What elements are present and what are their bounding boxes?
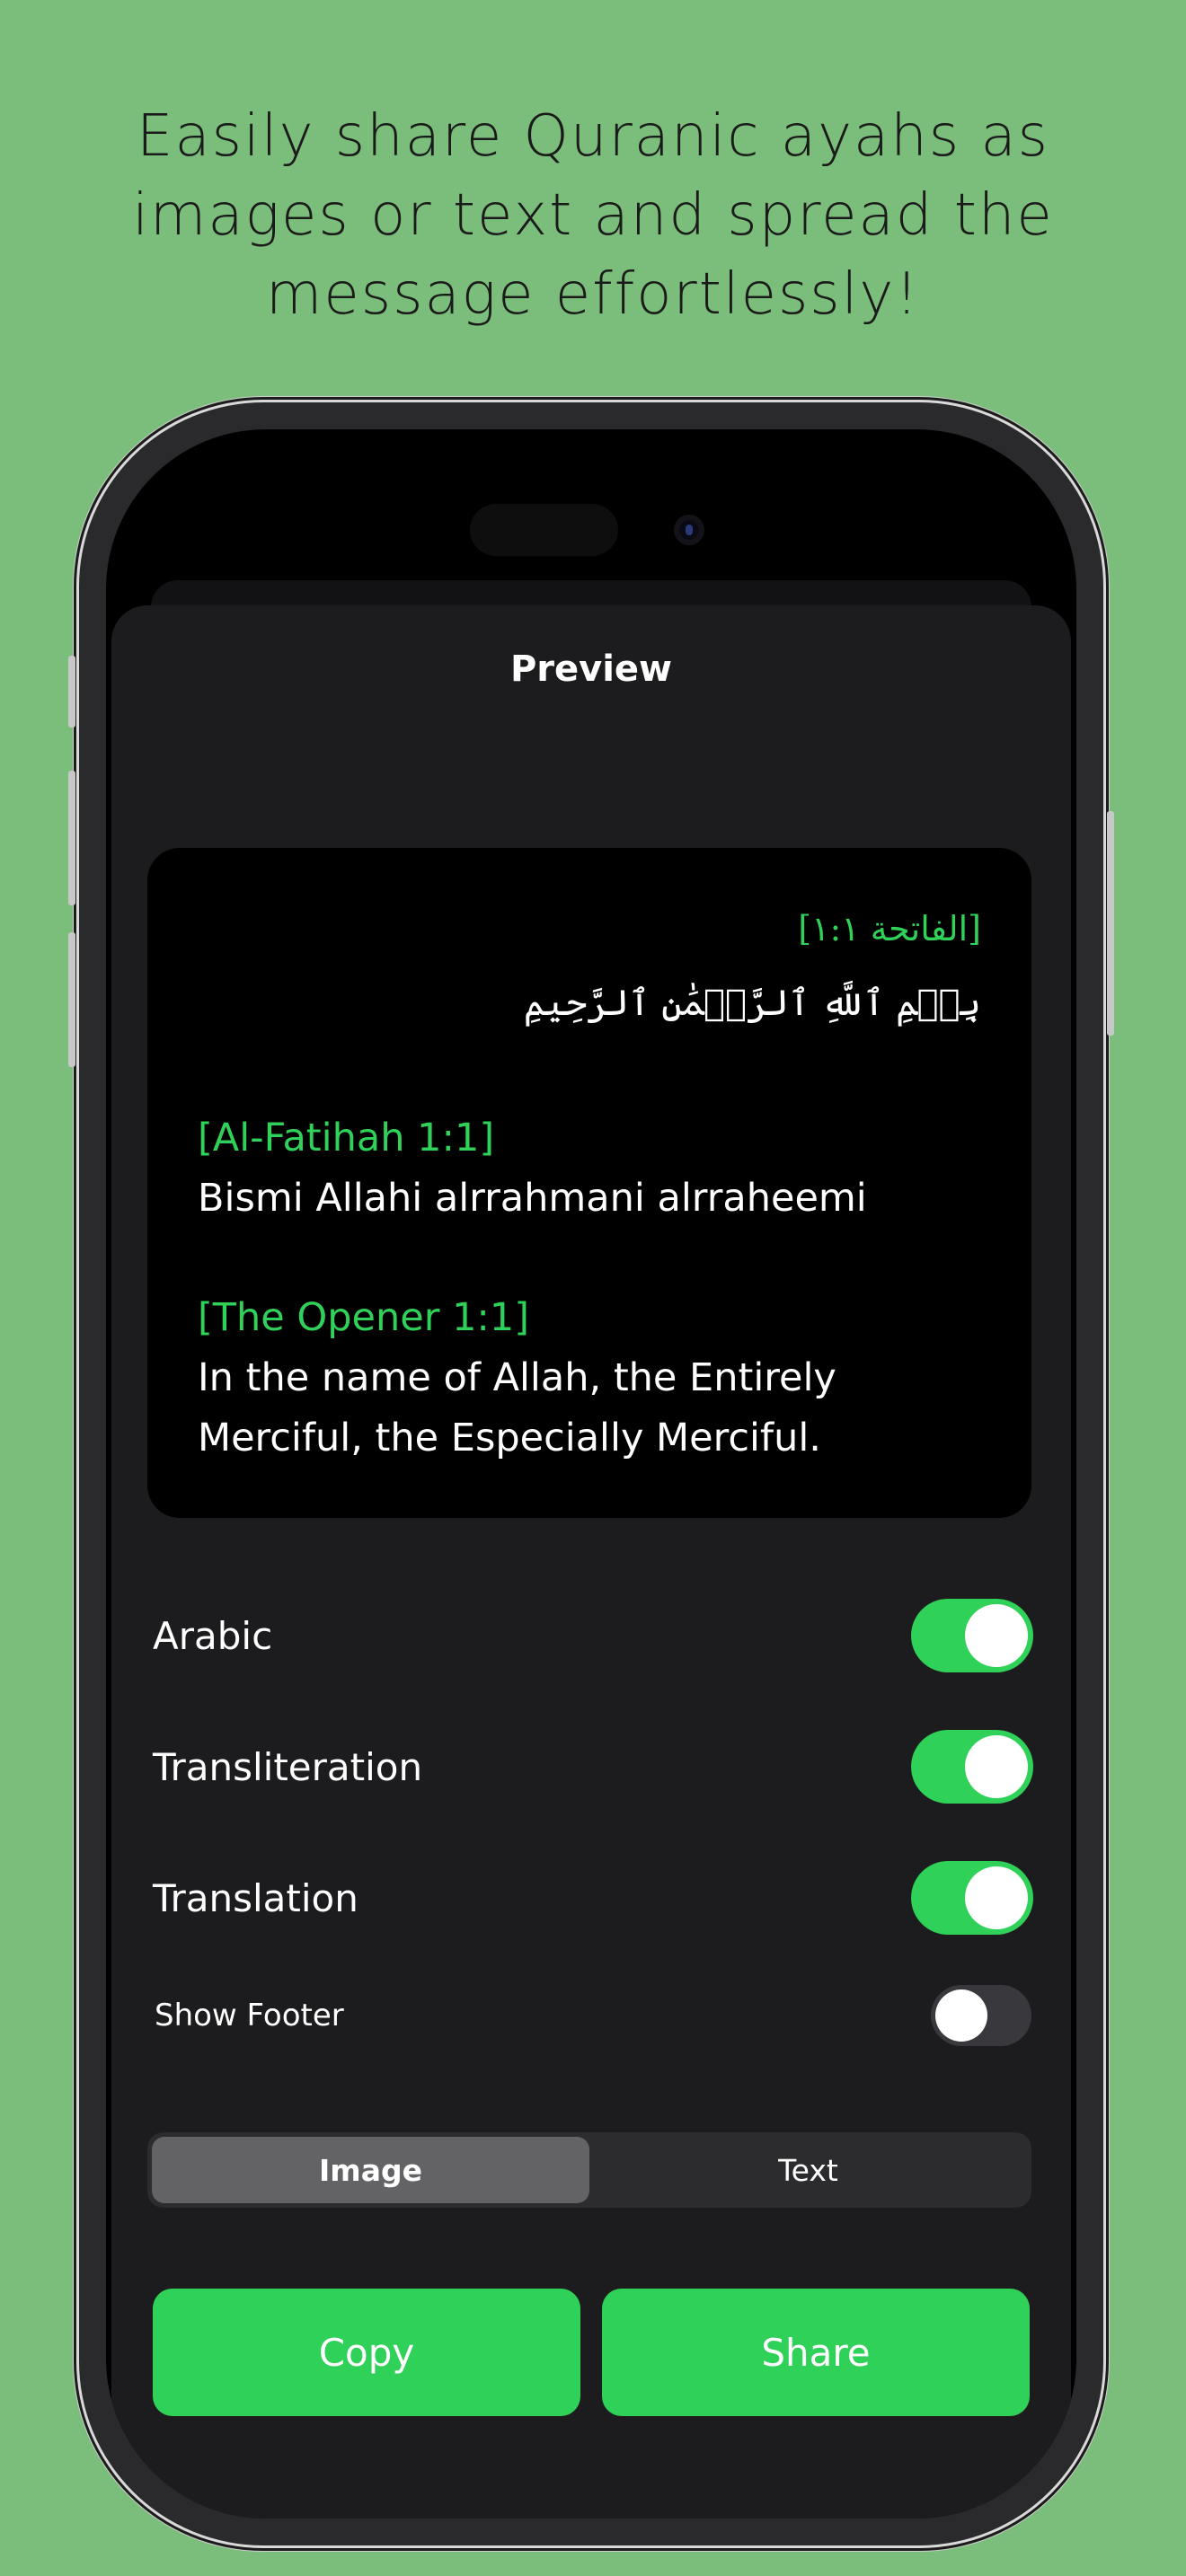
headline-line-3: message effortlessly! [266,261,920,328]
share-button[interactable]: Share [602,2289,1030,2416]
sheet-title: Preview [509,648,673,690]
ayah-preview-card: [الفاتحة ١:١] بِسۡمِ ٱللَّهِ ٱلرَّحۡمَٰن… [147,848,1031,1518]
phone-frame: Preview [الفاتحة ١:١] بِسۡمِ ٱللَّهِ ٱلر… [68,402,1114,2545]
option-label-translation: Translation [153,1875,358,1920]
camera-icon [674,515,704,545]
toggle-knob [935,1989,987,2042]
toggle-knob [965,1735,1028,1798]
arabic-toggle[interactable] [911,1599,1033,1672]
option-label-show-footer: Show Footer [155,1998,344,2033]
translation-reference: [The Opener 1:1] [198,1295,530,1340]
transliteration-text: Bismi Allahi alrrahmani alrraheemi [198,1176,867,1221]
volume-up-button [68,771,75,905]
arabic-reference: [الفاتحة ١:١] [798,909,981,948]
option-row-translation: Translation [153,1861,1033,1935]
show-footer-toggle[interactable] [931,1985,1031,2046]
headline-line-1: Easily share Quranic ayahs as [137,103,1049,170]
marketing-headline: Easily share Quranic ayahs as images or … [0,97,1186,334]
volume-down-button [68,932,75,1067]
dynamic-island [470,504,618,556]
transliteration-reference: [Al-Fatihah 1:1] [198,1116,495,1160]
transliteration-block: [Al-Fatihah 1:1] Bismi Allahi alrrahmani… [198,1108,988,1229]
translation-toggle[interactable] [911,1861,1033,1935]
preview-sheet: Preview [الفاتحة ١:١] بِسۡمِ ٱللَّهِ ٱلر… [111,605,1071,2519]
arabic-ayah-text: بِسۡمِ ٱللَّهِ ٱلرَّحۡمَٰنِ ٱلرَّحِيمِ [523,983,981,1024]
toggle-knob [965,1866,1028,1929]
option-row-footer: Show Footer [155,1985,1031,2046]
translation-text: In the name of Allah, the Entirely Merci… [198,1355,836,1460]
translation-block: [The Opener 1:1] In the name of Allah, t… [198,1288,881,1469]
transliteration-toggle[interactable] [911,1730,1033,1804]
format-segmented-control: Image Text [147,2132,1031,2208]
segment-image[interactable]: Image [152,2137,589,2203]
option-row-transliteration: Transliteration [153,1730,1033,1804]
segment-text[interactable]: Text [589,2137,1027,2203]
power-button [1107,811,1114,1036]
option-label-transliteration: Transliteration [153,1744,423,1789]
option-label-arabic: Arabic [153,1613,273,1658]
option-row-arabic: Arabic [153,1599,1033,1672]
app-store-screenshot: Easily share Quranic ayahs as images or … [0,0,1186,2576]
copy-button[interactable]: Copy [153,2289,580,2416]
toggle-knob [965,1604,1028,1667]
headline-line-2: images or text and spread the [132,182,1054,249]
action-button [68,656,75,728]
phone-screen: Preview [الفاتحة ١:١] بِسۡمِ ٱللَّهِ ٱلر… [106,429,1076,2519]
